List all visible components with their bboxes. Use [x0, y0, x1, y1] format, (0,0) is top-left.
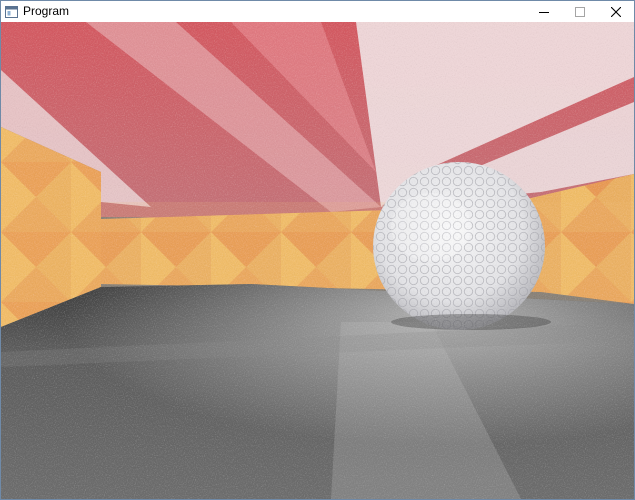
maximize-icon — [575, 6, 585, 17]
rendered-scene — [1, 22, 634, 499]
application-icon — [4, 5, 18, 19]
minimize-icon — [539, 11, 549, 13]
window-controls — [526, 1, 634, 22]
window-title: Program — [23, 4, 70, 18]
close-icon — [611, 6, 621, 17]
maximize-button[interactable] — [562, 1, 598, 22]
close-button[interactable] — [598, 1, 634, 22]
program-window: Program — [0, 0, 635, 500]
render-viewport[interactable] — [1, 22, 634, 499]
title-bar[interactable]: Program — [1, 1, 634, 22]
minimize-button[interactable] — [526, 1, 562, 22]
